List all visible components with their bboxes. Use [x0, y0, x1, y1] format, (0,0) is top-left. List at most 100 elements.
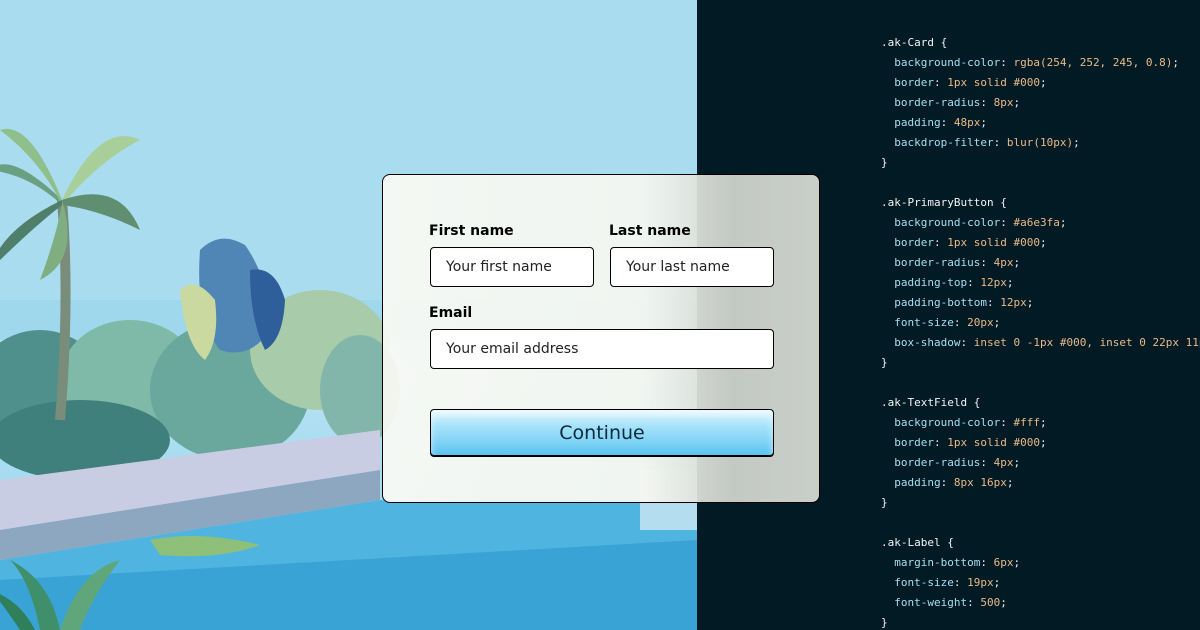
code-token: : [933, 236, 948, 249]
code-line: box-shadow: inset 0 -1px #000, inset 0 2… [881, 333, 1200, 353]
code-token: border [881, 436, 934, 449]
code-token: : [933, 76, 948, 89]
last-name-label: Last name [609, 223, 691, 239]
code-token: #a6e3fa [1013, 216, 1060, 229]
code-token: rgba(254, 252, 245, 0.8) [1013, 56, 1173, 69]
code-line: } [881, 153, 1200, 173]
first-name-label: First name [429, 223, 514, 239]
code-token: } [881, 496, 888, 509]
code-token: : [960, 336, 974, 349]
code-token: font-size [881, 576, 954, 589]
code-token: } [881, 356, 888, 369]
code-token: 20px [967, 316, 994, 329]
code-line: .ak-Card { [881, 33, 1200, 53]
css-code-block: .ak-Card { background-color: rgba(254, 2… [881, 33, 1200, 630]
email-input[interactable] [430, 329, 774, 369]
code-token: : [986, 296, 1001, 309]
code-token: border [881, 236, 934, 249]
code-token: ; [1039, 236, 1047, 249]
code-token: 1px solid #000 [947, 436, 1040, 449]
code-token: : [980, 556, 994, 569]
code-token: ; [1039, 416, 1047, 429]
code-token: ; [1006, 476, 1014, 489]
code-token: ; [1059, 216, 1067, 229]
code-token: #fff [1013, 416, 1040, 429]
code-line: padding-top: 12px; [881, 273, 1200, 293]
code-token: 19px [967, 576, 994, 589]
code-token: background-color [881, 416, 1001, 429]
code-token: ; [993, 576, 1001, 589]
code-token: : [1000, 416, 1014, 429]
email-label: Email [429, 305, 473, 321]
code-token: background-color [881, 216, 1001, 229]
code-token: ; [980, 116, 987, 129]
code-token: 6px [993, 556, 1014, 569]
code-line: } [881, 613, 1200, 630]
code-line: border: 1px solid #000; [881, 73, 1200, 93]
code-token: : [980, 256, 994, 269]
code-token: : [967, 596, 981, 609]
code-token: box-shadow [881, 336, 961, 349]
code-token: : [940, 116, 954, 129]
code-token: ; [1013, 556, 1021, 569]
code-token: 8px 16px [953, 476, 1007, 489]
code-line: background-color: #fff; [881, 413, 1200, 433]
code-token: ; [1000, 596, 1007, 609]
first-name-input[interactable] [430, 247, 594, 287]
code-token: border-radius [881, 256, 981, 269]
code-line: font-weight: 500; [881, 593, 1200, 613]
code-token: padding [881, 476, 941, 489]
code-token: : [993, 136, 1007, 149]
code-token: : [1000, 216, 1014, 229]
code-token: : [980, 456, 994, 469]
code-line: } [881, 353, 1200, 373]
code-line: font-size: 20px; [881, 313, 1200, 333]
code-line: } [881, 493, 1200, 513]
code-token: 500 [980, 596, 1001, 609]
code-line: .ak-Label { [881, 533, 1200, 553]
code-line: border-radius: 4px; [881, 253, 1200, 273]
code-token: 48px [953, 116, 981, 129]
code-token: 4px [993, 456, 1014, 469]
code-token: : [967, 276, 981, 289]
code-line: padding: 8px 16px; [881, 473, 1200, 493]
code-line: border: 1px solid #000; [881, 433, 1200, 453]
code-line: .ak-TextField { [881, 393, 1200, 413]
code-line: font-size: 19px; [881, 573, 1200, 593]
continue-button[interactable]: Continue [430, 409, 774, 457]
code-token: ; [1013, 256, 1021, 269]
code-token: ; [1026, 296, 1034, 309]
code-token: 4px [993, 256, 1014, 269]
code-token: border [881, 76, 934, 89]
code-token: } [881, 616, 888, 629]
code-token: 1px solid #000 [947, 236, 1040, 249]
code-token: 8px [993, 96, 1014, 109]
code-line: .ak-PrimaryButton { [881, 193, 1200, 213]
code-line: border-radius: 4px; [881, 453, 1200, 473]
last-name-input[interactable] [610, 247, 774, 287]
code-token: ; [993, 316, 1001, 329]
code-line: padding: 48px; [881, 113, 1200, 133]
code-token: padding [881, 116, 941, 129]
code-token: padding-bottom [881, 296, 987, 309]
code-token: background-color [881, 56, 1001, 69]
code-token: : [980, 96, 994, 109]
signup-card: First name Last name Email Continue [382, 174, 820, 503]
code-token: ; [1039, 76, 1047, 89]
code-token: 1px solid #000 [947, 76, 1040, 89]
code-token: border-radius [881, 96, 981, 109]
code-token: .ak-Card { [881, 36, 948, 49]
code-token: ; [1013, 456, 1021, 469]
code-line: margin-bottom: 6px; [881, 553, 1200, 573]
code-token: : [940, 476, 954, 489]
code-token: ; [1172, 56, 1180, 69]
code-token: .ak-TextField { [881, 396, 981, 409]
code-token: : [953, 316, 968, 329]
code-token: ; [1013, 96, 1021, 109]
code-token: font-weight [881, 596, 968, 609]
code-line: background-color: #a6e3fa; [881, 213, 1200, 233]
code-token: : [933, 436, 948, 449]
code-token: font-size [881, 316, 954, 329]
